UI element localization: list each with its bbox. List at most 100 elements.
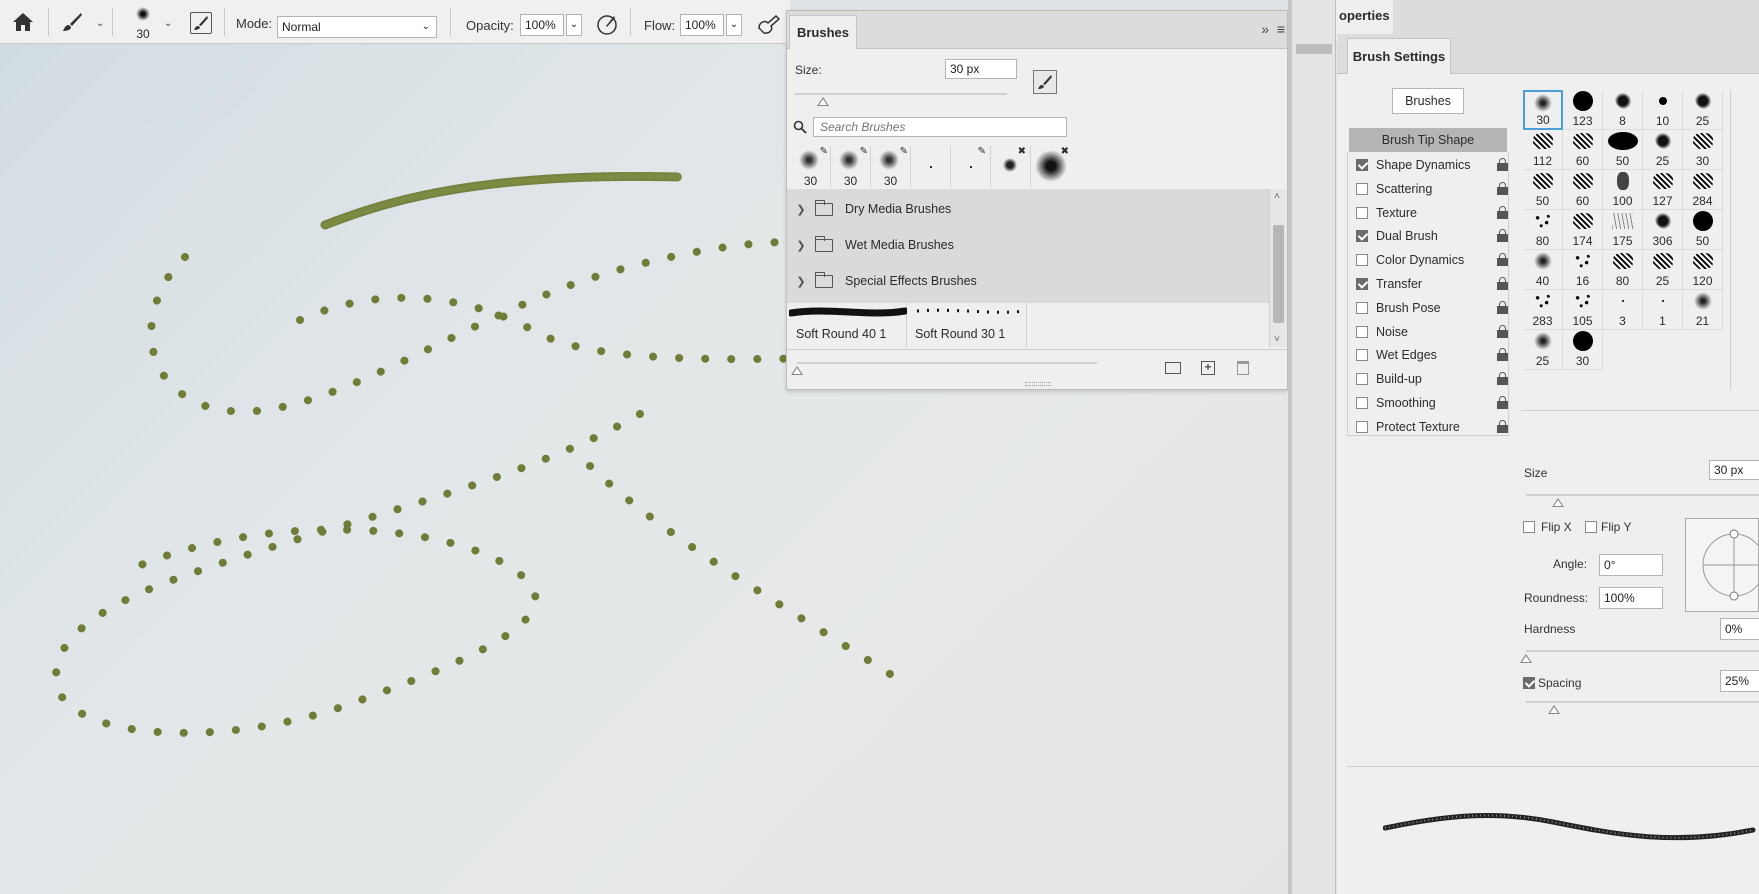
spacing-slider[interactable] [1526,701,1759,703]
new-group-folder-icon[interactable] [1165,362,1181,374]
brush-preset-picker[interactable]: 30 [128,6,158,42]
lock-icon[interactable] [1497,372,1508,386]
flow-input[interactable]: 100% [680,14,724,36]
brush-tip[interactable]: 30 [1683,130,1723,170]
recent-preset[interactable]: ✎ [951,146,991,188]
tip-size-slider-thumb[interactable] [1552,498,1564,507]
brush-group-row[interactable]: ❯ Special Effects Brushes [787,263,1269,299]
brush-settings-toggle-icon[interactable] [190,12,212,34]
brush-tip[interactable]: 80 [1603,250,1643,290]
lock-icon[interactable] [1497,158,1508,172]
brush-tip[interactable]: 283 [1523,290,1563,330]
lock-icon[interactable] [1497,396,1508,410]
stroke-preset[interactable]: Soft Round 30 1 [907,303,1027,347]
brush-setting-brush-pose[interactable]: Brush Pose [1348,296,1508,320]
flow-chevron-down-icon[interactable]: ⌄ [726,14,742,36]
recent-preset[interactable]: ✎ 30 [791,146,831,188]
brush-tip[interactable]: 120 [1683,250,1723,290]
hardness-input[interactable]: 0% [1720,618,1759,640]
brush-tip[interactable]: 25 [1523,330,1563,370]
setting-checkbox[interactable] [1356,159,1368,171]
tip-size-slider[interactable] [1526,494,1759,496]
brush-tip[interactable]: 112 [1523,130,1563,170]
dock-collapse-button[interactable] [1296,44,1332,54]
brush-tip[interactable]: 10 [1643,90,1683,130]
brush-setting-shape-dynamics[interactable]: Shape Dynamics [1348,153,1508,177]
home-icon[interactable] [8,10,38,34]
setting-checkbox[interactable] [1356,230,1368,243]
brush-tip[interactable]: 25 [1683,90,1723,130]
brush-tip[interactable]: 123 [1563,90,1603,130]
setting-checkbox[interactable] [1356,397,1368,409]
brush-setting-texture[interactable]: Texture [1348,201,1508,225]
new-brush-icon[interactable]: + [1201,361,1215,375]
recent-preset[interactable]: ✎ 30 [831,146,871,188]
brush-tip[interactable]: 60 [1563,130,1603,170]
brushes-button[interactable]: Brushes [1392,88,1464,114]
brush-setting-transfer[interactable]: Transfer [1348,272,1508,296]
recent-preset[interactable] [911,146,951,188]
tool-preset-chevron-down-icon[interactable]: ⌄ [96,18,104,29]
spacing-input[interactable]: 25% [1720,670,1759,692]
lock-icon[interactable] [1497,277,1508,291]
opacity-chevron-down-icon[interactable]: ⌄ [566,14,582,36]
spacing-slider-thumb[interactable] [1548,705,1560,714]
brush-tip[interactable]: 80 [1523,210,1563,250]
brush-setting-build-up[interactable]: Build-up [1348,367,1508,391]
brush-tip[interactable]: 174 [1563,210,1603,250]
brush-setting-scattering[interactable]: Scattering [1348,177,1508,201]
tab-properties[interactable]: operties [1337,0,1393,34]
spacing-checkbox[interactable] [1523,677,1535,689]
brush-tip[interactable]: 21 [1683,290,1723,330]
setting-checkbox[interactable] [1356,373,1368,386]
brush-tip[interactable]: 16 [1563,250,1603,290]
brush-tip[interactable]: 3 [1603,290,1643,330]
brush-settings-icon[interactable] [1033,70,1057,94]
brush-setting-dual-brush[interactable]: Dual Brush [1348,224,1508,248]
opacity-input[interactable]: 100% [520,14,564,36]
setting-checkbox[interactable] [1356,182,1368,195]
brush-tip[interactable]: 100 [1603,170,1643,210]
thumbnail-size-slider[interactable] [797,362,1097,364]
scroll-down-icon[interactable]: ˅ [1274,334,1280,345]
brushes-scrollbar[interactable]: ˄ ˅ [1269,189,1287,347]
setting-checkbox[interactable] [1356,254,1368,267]
angle-input[interactable]: 0° [1599,554,1663,576]
setting-checkbox[interactable] [1356,349,1368,362]
lock-icon[interactable] [1497,419,1508,434]
brush-tip-shape-item[interactable]: Brush Tip Shape [1349,128,1507,152]
mode-select[interactable]: Normal ⌄ [277,16,437,38]
lock-icon[interactable] [1497,324,1508,339]
recent-preset[interactable]: ✖ [991,146,1031,188]
brush-tip[interactable]: 30 [1563,330,1603,370]
lock-icon[interactable] [1497,300,1508,315]
brush-setting-wet-edges[interactable]: Wet Edges [1348,343,1508,367]
size-slider[interactable] [795,93,1007,95]
tab-brushes[interactable]: Brushes [789,15,857,49]
flip-y-checkbox[interactable] [1585,521,1597,533]
search-brushes-input[interactable] [813,117,1067,137]
hardness-slider-thumb[interactable] [1520,654,1532,663]
brush-tip[interactable]: 8 [1603,90,1643,130]
resize-grip-icon[interactable] [1025,382,1051,386]
brush-tip[interactable]: 60 [1563,170,1603,210]
brush-picker-chevron-down-icon[interactable]: ⌄ [164,18,172,29]
flip-x-checkbox[interactable] [1523,521,1535,533]
collapse-panel-icon[interactable]: » [1261,21,1269,37]
brush-tip[interactable]: 306 [1643,210,1683,250]
pressure-opacity-icon[interactable] [594,12,620,38]
lock-icon[interactable] [1497,181,1508,196]
brush-tip[interactable]: 25 [1643,130,1683,170]
brush-tip[interactable]: 105 [1563,290,1603,330]
setting-checkbox[interactable] [1356,420,1368,433]
brush-group-row[interactable]: ❯ Wet Media Brushes [787,227,1269,263]
recent-preset[interactable]: ✎ 30 [871,146,911,188]
lock-icon[interactable] [1497,205,1508,220]
brush-tip[interactable]: 127 [1643,170,1683,210]
brush-group-row[interactable]: ❯ Dry Media Brushes [787,191,1269,227]
panel-menu-icon[interactable]: ≡ [1277,21,1285,37]
setting-checkbox[interactable] [1356,278,1368,290]
angle-roundness-widget[interactable] [1685,518,1759,612]
brush-tip[interactable]: 30 [1523,90,1563,130]
hardness-slider[interactable] [1526,650,1759,652]
